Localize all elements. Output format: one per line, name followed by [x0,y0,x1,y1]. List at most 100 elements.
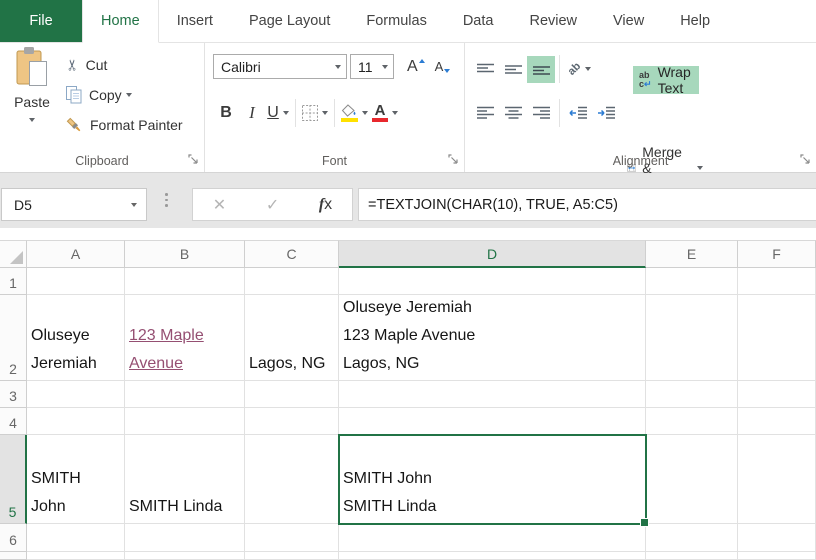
decrease-indent-button[interactable] [564,100,592,127]
cell-B5[interactable]: SMITH Linda [125,435,245,524]
tab-insert[interactable]: Insert [159,0,231,42]
cell-D4[interactable] [339,408,646,435]
cell-B3[interactable] [125,381,245,408]
font-dialog-launcher-icon[interactable] [448,154,459,165]
format-painter-button[interactable]: Format Painter [62,110,187,140]
cell-D6[interactable] [339,524,646,552]
increase-indent-button[interactable] [592,100,620,127]
cell-D3[interactable] [339,381,646,408]
cell-A5[interactable]: SMITH John [27,435,125,524]
tab-help[interactable]: Help [662,0,728,42]
paste-dropdown-caret[interactable] [29,118,35,122]
cell-C7[interactable] [245,552,339,560]
increase-font-size-button[interactable]: A [402,57,430,77]
name-box[interactable]: D5 [1,188,147,221]
cell-B4[interactable] [125,408,245,435]
tab-view[interactable]: View [595,0,662,42]
font-color-button[interactable]: A [370,99,400,127]
align-left-button[interactable] [471,100,499,127]
row-header-4[interactable]: 4 [0,408,27,435]
cell-D5-selected[interactable]: SMITH John SMITH Linda [339,435,646,524]
tab-home[interactable]: Home [82,0,159,43]
underline-caret[interactable] [283,111,289,115]
row-header-5[interactable]: 5 [0,435,27,524]
column-header-a[interactable]: A [27,240,125,268]
underline-button[interactable]: U [265,99,291,127]
cell-B7[interactable] [125,552,245,560]
cell-C1[interactable] [245,268,339,295]
fill-color-button[interactable] [339,99,370,127]
wrap-text-button[interactable]: ab c↵ Wrap Text [633,66,699,94]
enter-icon[interactable]: ✓ [266,195,279,215]
borders-caret[interactable] [322,111,328,115]
tab-file[interactable]: File [0,0,82,42]
font-color-caret[interactable] [392,111,398,115]
row-header-7[interactable] [0,552,27,560]
fill-color-caret[interactable] [362,111,368,115]
copy-button[interactable]: Copy [62,80,187,110]
cell-A7[interactable] [27,552,125,560]
cell-B6[interactable] [125,524,245,552]
italic-button[interactable]: I [239,99,265,127]
align-right-button[interactable] [527,100,555,127]
font-size-combobox[interactable]: 11 [350,54,394,79]
name-box-caret[interactable] [131,203,137,207]
cell-E2[interactable] [646,295,738,381]
row-header-6[interactable]: 6 [0,524,27,552]
cell-F1[interactable] [738,268,816,295]
insert-function-button[interactable]: fx [319,196,332,214]
cell-A2[interactable]: Oluseye Jeremiah [27,295,125,381]
row-header-1[interactable]: 1 [0,268,27,295]
cell-C2[interactable]: Lagos, NG [245,295,339,381]
decrease-font-size-button[interactable]: A [430,57,456,77]
formula-input[interactable]: =TEXTJOIN(CHAR(10), TRUE, A5:C5) [358,188,816,221]
select-all-button[interactable] [0,240,27,268]
paste-button[interactable]: Paste [4,46,60,150]
cell-E1[interactable] [646,268,738,295]
clipboard-dialog-launcher-icon[interactable] [188,154,199,165]
tab-data[interactable]: Data [445,0,512,42]
cell-E6[interactable] [646,524,738,552]
cell-E5[interactable] [646,435,738,524]
cell-E3[interactable] [646,381,738,408]
column-header-c[interactable]: C [245,240,339,268]
cell-B1[interactable] [125,268,245,295]
tab-page-layout[interactable]: Page Layout [231,0,348,42]
orientation-button[interactable]: ab [564,56,595,83]
cell-D7[interactable] [339,552,646,560]
cancel-icon[interactable]: ✕ [213,195,226,215]
bold-button[interactable]: B [213,99,239,127]
column-header-d[interactable]: D [339,240,646,268]
middle-align-button[interactable] [499,56,527,83]
cell-F6[interactable] [738,524,816,552]
cell-C3[interactable] [245,381,339,408]
cell-F5[interactable] [738,435,816,524]
cell-C6[interactable] [245,524,339,552]
cell-A1[interactable] [27,268,125,295]
cell-C5[interactable] [245,435,339,524]
alignment-dialog-launcher-icon[interactable] [800,154,811,165]
row-header-2[interactable]: 2 [0,295,27,381]
orientation-caret[interactable] [585,67,591,71]
cell-D2[interactable]: Oluseye Jeremiah 123 Maple Avenue Lagos,… [339,295,646,381]
tab-formulas[interactable]: Formulas [348,0,444,42]
cell-F2[interactable] [738,295,816,381]
column-header-b[interactable]: B [125,240,245,268]
cell-F3[interactable] [738,381,816,408]
cut-button[interactable]: ✂ Cut [62,50,187,80]
cell-F7[interactable] [738,552,816,560]
cell-D1[interactable] [339,268,646,295]
top-align-button[interactable] [471,56,499,83]
fill-handle[interactable] [640,518,649,527]
cell-C4[interactable] [245,408,339,435]
cell-B2-hyperlink[interactable]: 123 Maple Avenue [125,295,245,381]
cell-A4[interactable] [27,408,125,435]
cell-E7[interactable] [646,552,738,560]
bottom-align-button[interactable] [527,56,555,83]
cell-F4[interactable] [738,408,816,435]
cell-E4[interactable] [646,408,738,435]
copy-dropdown-caret[interactable] [126,93,132,97]
column-header-f[interactable]: F [738,240,816,268]
cell-A3[interactable] [27,381,125,408]
column-header-e[interactable]: E [646,240,738,268]
